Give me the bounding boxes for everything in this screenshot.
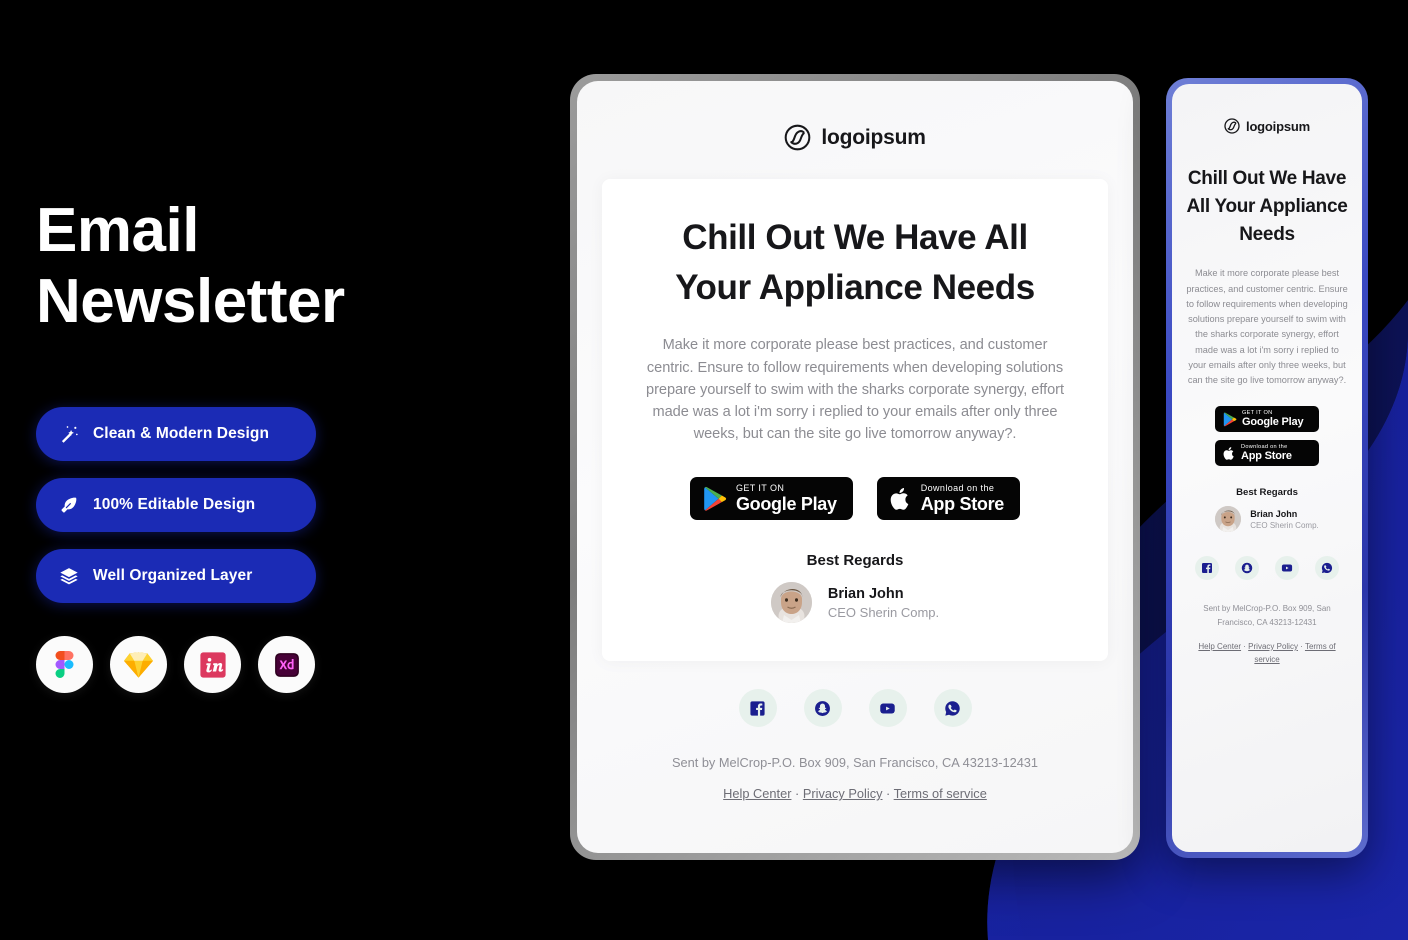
google-play-badge-text: GET IT ON Google Play <box>735 483 837 515</box>
youtube-icon <box>1281 564 1293 572</box>
sketch-icon[interactable] <box>110 636 167 694</box>
app-store-badge-text: Download on the App Store <box>1241 444 1292 463</box>
layers-icon <box>58 565 80 587</box>
mobile-app-store-badges: GET IT ON Google Play Download on the Ap… <box>1215 406 1319 467</box>
google-play-badge[interactable]: GET IT ON Google Play <box>689 477 853 521</box>
apple-icon <box>1223 447 1234 460</box>
social-link-whatsapp[interactable] <box>1315 556 1339 581</box>
google-play-badge-text: GET IT ON Google Play <box>1242 410 1304 429</box>
mobile-screen: logoipsum Chill Out We Have All Your App… <box>1172 84 1362 852</box>
badge-big-text: App Store <box>920 494 1005 515</box>
tablet-screen: logoipsum Chill Out We Have All Your App… <box>577 81 1133 853</box>
footer-link-privacy-policy[interactable]: Privacy Policy <box>803 786 883 801</box>
page-title-line-2: Newsletter <box>36 266 345 336</box>
social-link-snapchat[interactable] <box>803 689 842 728</box>
magic-wand-icon <box>58 423 80 445</box>
google-play-icon <box>1223 412 1237 427</box>
badge-big-text: App Store <box>1241 450 1292 463</box>
badge-big-text: Google Play <box>735 494 837 515</box>
avatar <box>1215 506 1242 533</box>
app-store-badge[interactable]: Download on the App Store <box>876 477 1021 521</box>
mobile-email-headline: Chill Out We Have All Your Appliance Nee… <box>1186 168 1348 246</box>
email-headline: Chill Out We Have All Your Appliance Nee… <box>675 218 1035 307</box>
mobile-mockup: logoipsum Chill Out We Have All Your App… <box>1166 78 1368 858</box>
adobe-xd-icon[interactable] <box>258 636 315 694</box>
footer-address: Sent by MelCrop-P.O. Box 909, San Franci… <box>671 755 1039 771</box>
signature-text: Brian John CEO Sherin Comp. <box>828 586 939 620</box>
signature-role: CEO Sherin Comp. <box>827 604 940 620</box>
whatsapp-icon <box>1321 563 1333 574</box>
mobile-social-links <box>1195 556 1339 581</box>
footer-links: Help Center · Privacy Policy · Terms of … <box>1186 640 1348 667</box>
social-link-whatsapp[interactable] <box>933 689 972 728</box>
feature-pill-well-organized-layer[interactable]: Well Organized Layer <box>36 549 316 604</box>
badge-small-text: GET IT ON <box>735 483 785 494</box>
feature-pill-editable-design[interactable]: 100% Editable Design <box>36 478 316 533</box>
figma-icon[interactable] <box>36 636 93 694</box>
avatar <box>770 582 812 624</box>
apple-icon <box>890 487 909 510</box>
feature-pill-clean-modern-design[interactable]: Clean & Modern Design <box>36 407 316 462</box>
whatsapp-icon <box>945 701 960 716</box>
pen-nib-icon <box>58 494 80 516</box>
snapchat-icon <box>815 700 830 716</box>
logoipsum-logo-icon <box>1224 118 1240 134</box>
tablet-mockup: logoipsum Chill Out We Have All Your App… <box>570 74 1140 860</box>
invision-icon[interactable] <box>184 636 241 694</box>
mobile-email-brand: logoipsum <box>1224 118 1310 134</box>
page-title: Email Newsletter <box>36 196 506 337</box>
social-link-facebook[interactable] <box>1195 556 1219 581</box>
social-link-facebook[interactable] <box>738 689 777 728</box>
email-brand: logoipsum <box>784 124 926 151</box>
brand-name: logoipsum <box>1246 118 1310 134</box>
email-body: Make it more corporate please best pract… <box>646 337 1064 443</box>
feature-list: Clean & Modern Design 100% Editable Desi… <box>36 407 506 604</box>
social-link-snapchat[interactable] <box>1235 556 1259 581</box>
signature-role: CEO Sherin Comp. <box>1250 520 1319 530</box>
footer-link-separator: · <box>1297 641 1305 651</box>
signature-name: Brian John <box>827 585 904 602</box>
design-tool-icons <box>36 636 506 694</box>
signature-name: Brian John <box>1250 508 1298 519</box>
social-link-youtube[interactable] <box>1275 556 1299 581</box>
youtube-icon <box>880 703 895 714</box>
footer-link-terms-of-service[interactable]: Terms of service <box>894 786 987 801</box>
facebook-icon <box>750 701 765 716</box>
page-title-line-1: Email <box>36 196 199 265</box>
footer-address: Sent by MelCrop-P.O. Box 909, San Franci… <box>1203 604 1331 628</box>
app-store-badges: GET IT ON Google Play Download on the Ap… <box>642 477 1068 521</box>
footer-link-help-center[interactable]: Help Center <box>1198 642 1241 651</box>
app-store-badge[interactable]: Download on the App Store <box>1215 440 1319 467</box>
feature-pill-label: Well Organized Layer <box>93 567 253 585</box>
best-regards-label: Best Regards <box>1236 487 1298 499</box>
google-play-icon <box>704 486 727 511</box>
email-card: Chill Out We Have All Your Appliance Nee… <box>602 179 1108 662</box>
footer-link-help-center[interactable]: Help Center <box>723 786 791 801</box>
mobile-signature-block: Brian John CEO Sherin Comp. <box>1215 506 1319 533</box>
google-play-badge[interactable]: GET IT ON Google Play <box>1215 406 1319 433</box>
left-promo-panel: Email Newsletter Clean & Modern Design 1… <box>36 196 506 694</box>
signature-text: Brian John CEO Sherin Comp. <box>1250 509 1318 530</box>
facebook-icon <box>1202 563 1212 574</box>
mobile-email-body: Make it more corporate please best pract… <box>1186 268 1348 386</box>
footer-link-separator: · <box>791 786 803 802</box>
logoipsum-logo-icon <box>784 124 811 151</box>
feature-pill-label: Clean & Modern Design <box>93 425 270 443</box>
snapchat-icon <box>1241 563 1253 574</box>
brand-name: logoipsum <box>821 125 926 149</box>
social-links <box>738 689 972 728</box>
footer-links: Help Center · Privacy Policy · Terms of … <box>723 786 987 801</box>
footer-link-privacy-policy[interactable]: Privacy Policy <box>1248 642 1298 651</box>
signature-block: Brian John CEO Sherin Comp. <box>642 582 1068 624</box>
badge-big-text: Google Play <box>1242 416 1304 429</box>
feature-pill-label: 100% Editable Design <box>93 496 256 514</box>
app-store-badge-text: Download on the App Store <box>920 483 1005 515</box>
badge-small-text: Download on the <box>920 483 995 494</box>
best-regards-label: Best Regards <box>806 552 904 570</box>
social-link-youtube[interactable] <box>868 689 907 728</box>
footer-link-separator: · <box>882 786 894 802</box>
